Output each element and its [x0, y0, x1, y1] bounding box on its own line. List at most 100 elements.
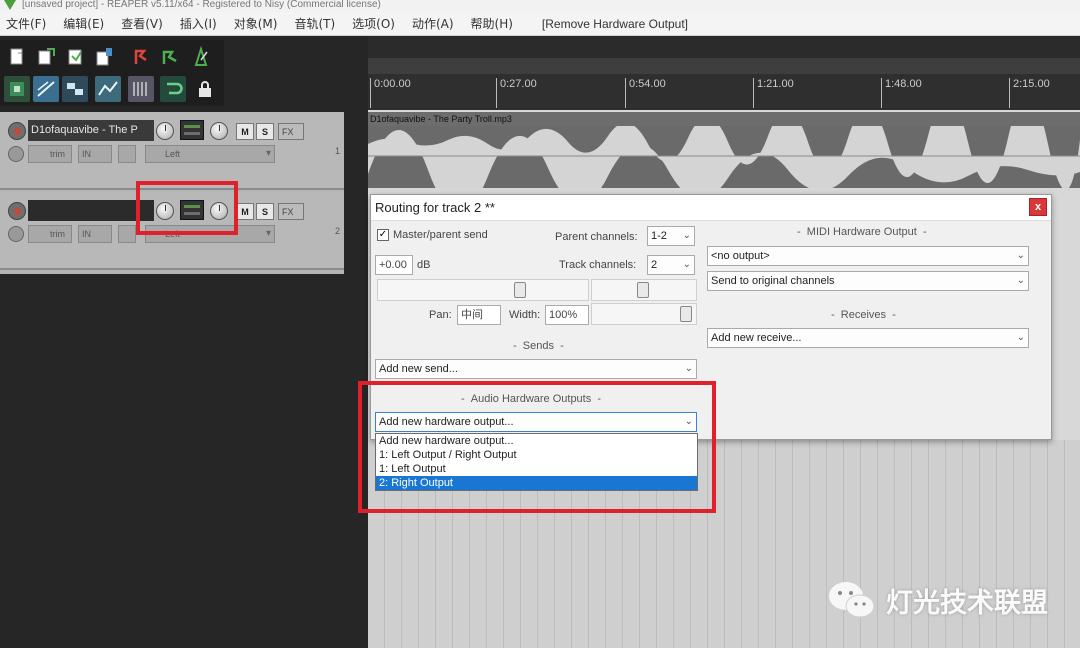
route-button[interactable]: [180, 200, 204, 220]
save-project-button[interactable]: [62, 44, 88, 70]
mute-button[interactable]: M: [236, 123, 254, 140]
volume-input[interactable]: +0.00: [375, 255, 413, 275]
crossfade-button[interactable]: [128, 76, 154, 102]
ripple-edit-button[interactable]: [33, 76, 59, 102]
parent-channels-select[interactable]: 1-2 ⌄: [647, 226, 695, 246]
monitor-icon[interactable]: [8, 226, 24, 242]
menu-item-object[interactable]: 对象(M): [234, 15, 278, 32]
solo-button[interactable]: S: [256, 203, 274, 220]
close-button[interactable]: x: [1029, 198, 1047, 216]
chevron-down-icon: ⌄: [682, 230, 691, 241]
sends-header-text: Sends: [522, 340, 554, 352]
hw-output-option[interactable]: 1: Left Output: [376, 462, 697, 476]
open-project-button[interactable]: [33, 44, 59, 70]
input-channel-select[interactable]: Left: [145, 225, 275, 243]
grouping-icon: [67, 83, 83, 95]
input-label: IN: [82, 149, 91, 159]
track-number: 2: [334, 226, 340, 236]
monitor-icon[interactable]: [8, 146, 24, 162]
timeline-tick: 0:00.00: [370, 78, 411, 108]
pan-knob[interactable]: [210, 202, 228, 220]
add-send-select[interactable]: Add new send... ⌄: [375, 359, 697, 379]
fx-label: FX: [282, 206, 294, 217]
input-button[interactable]: IN: [78, 145, 112, 163]
envelope-button[interactable]: [95, 76, 121, 102]
input-channel-select[interactable]: Left: [145, 145, 275, 163]
track-name-field[interactable]: [28, 200, 154, 221]
lock-button[interactable]: [192, 76, 218, 102]
settings-file-icon: [96, 48, 112, 66]
input-fx-button[interactable]: [118, 225, 136, 243]
parent-channels-value: 1-2: [651, 230, 667, 242]
add-receive-label: Add new receive...: [711, 332, 802, 344]
chevron-down-icon: ⌄: [1016, 332, 1025, 343]
open-file-icon: [38, 48, 55, 65]
menu-options[interactable]: 选项(O): [352, 15, 395, 32]
project-settings-button[interactable]: [91, 44, 117, 70]
width-slider[interactable]: [591, 303, 697, 325]
fx-button[interactable]: FX: [278, 203, 304, 220]
input-button[interactable]: IN: [78, 225, 112, 243]
redo-button[interactable]: [157, 44, 183, 70]
check-icon: ✓: [378, 229, 388, 240]
master-send-checkbox[interactable]: ✓: [377, 229, 389, 241]
volume-slider[interactable]: [377, 279, 589, 301]
solo-button[interactable]: S: [256, 123, 274, 140]
hw-output-option[interactable]: Add new hardware output...: [376, 434, 697, 448]
track-channels-select[interactable]: 2 ⌄: [647, 255, 695, 275]
pan-label: Pan:: [429, 309, 452, 321]
pan-input[interactable]: 中间: [457, 305, 501, 325]
input-fx-button[interactable]: [118, 145, 136, 163]
receives-header: - Receives -: [831, 309, 896, 321]
midi-output-select[interactable]: <no output> ⌄: [707, 246, 1029, 266]
hw-outputs-header: - Audio Hardware Outputs -: [461, 393, 602, 405]
undo-button[interactable]: [128, 44, 154, 70]
track-control-panel-area: D1ofaquavibe - The P M S FX trim IN Left…: [0, 36, 368, 648]
undo-icon: [134, 49, 147, 64]
volume-unit: dB: [417, 259, 431, 271]
add-hw-output-select[interactable]: Add new hardware output... ⌄: [375, 412, 697, 432]
menu-track[interactable]: 音轨(T): [294, 15, 335, 32]
menu-insert[interactable]: 插入(I): [180, 15, 217, 32]
width-slider-thumb[interactable]: [680, 306, 692, 322]
chevron-down-icon: ⌄: [682, 259, 691, 270]
volume-slider-thumb[interactable]: [514, 282, 526, 298]
loop-button[interactable]: [160, 76, 186, 102]
record-arm-button[interactable]: [8, 202, 26, 220]
menu-help[interactable]: 帮助(H): [471, 15, 513, 32]
trim-button[interactable]: trim: [28, 225, 72, 243]
grid-snap-button[interactable]: [4, 76, 30, 102]
metronome-button[interactable]: [188, 44, 214, 70]
reaper-logo-icon: [4, 0, 16, 10]
close-icon: x: [1034, 201, 1042, 213]
hw-output-option[interactable]: 2: Right Output: [376, 476, 697, 490]
redo-icon: [162, 50, 177, 64]
mute-button[interactable]: M: [236, 203, 254, 220]
menu-edit[interactable]: 编辑(E): [63, 15, 104, 32]
menu-actions[interactable]: 动作(A): [412, 15, 454, 32]
width-input[interactable]: 100%: [545, 305, 589, 325]
menu-file[interactable]: 文件(F): [6, 15, 46, 32]
pan-slider[interactable]: [591, 279, 697, 301]
new-project-button[interactable]: [4, 44, 30, 70]
menu-view[interactable]: 查看(V): [121, 15, 163, 32]
media-item[interactable]: D1ofaquavibe - The Party Troll.mp3: [368, 112, 1080, 188]
item-grouping-button[interactable]: [62, 76, 88, 102]
chevron-down-icon: ⌄: [684, 416, 693, 427]
pan-slider-thumb[interactable]: [637, 282, 649, 298]
add-send-label: Add new send...: [379, 363, 458, 375]
track-name-field[interactable]: D1ofaquavibe - The P: [28, 120, 154, 141]
trim-button[interactable]: trim: [28, 145, 72, 163]
snap-icon: [10, 82, 24, 96]
hw-output-option[interactable]: 1: Left Output / Right Output: [376, 448, 697, 462]
volume-knob[interactable]: [156, 202, 174, 220]
pan-knob[interactable]: [210, 122, 228, 140]
add-receive-select[interactable]: Add new receive... ⌄: [707, 328, 1029, 348]
fx-button[interactable]: FX: [278, 123, 304, 140]
volume-knob[interactable]: [156, 122, 174, 140]
timeline-tick: 0:27.00: [496, 78, 537, 108]
midi-channels-select[interactable]: Send to original channels ⌄: [707, 271, 1029, 291]
timeline-ruler[interactable]: 0:00.00 0:27.00 0:54.00 1:21.00 1:48.00 …: [368, 74, 1080, 110]
route-button[interactable]: [180, 120, 204, 140]
record-arm-button[interactable]: [8, 122, 26, 140]
